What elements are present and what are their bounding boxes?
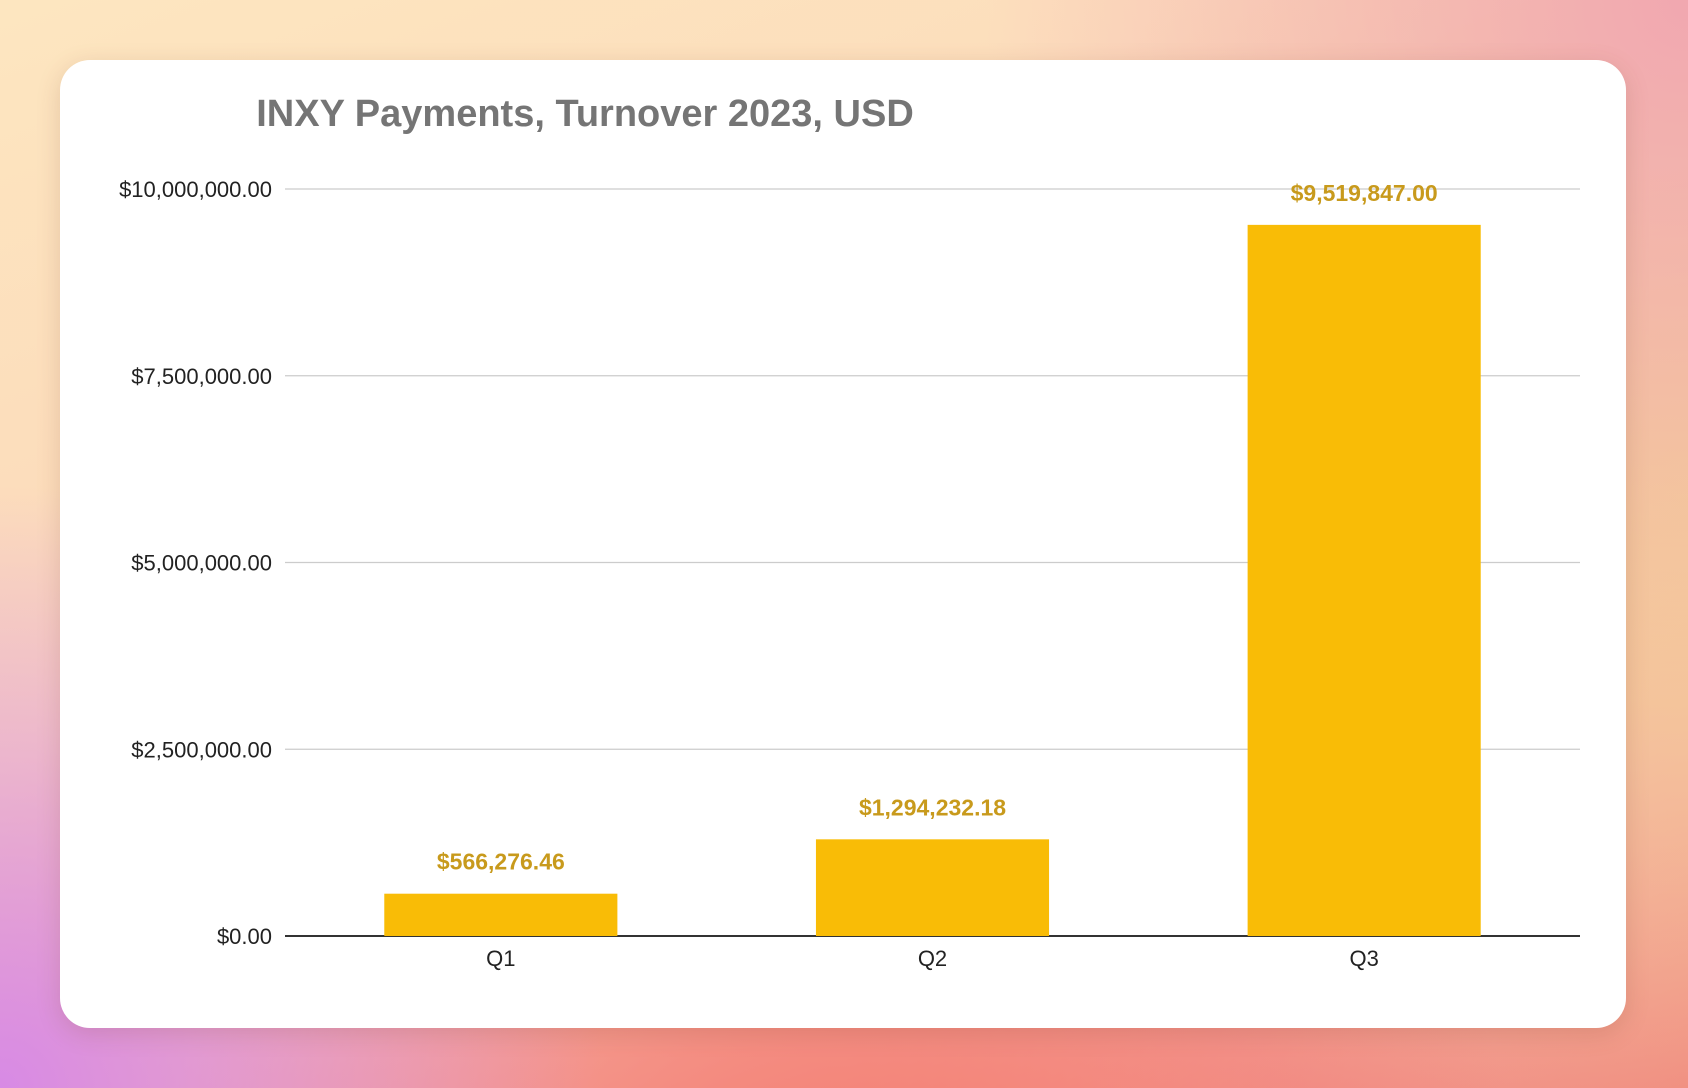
chart-title: INXY Payments, Turnover 2023, USD	[256, 93, 914, 135]
x-category-label: Q2	[918, 946, 947, 971]
x-axis-categories: Q1 Q2 Q3	[486, 946, 1379, 971]
bar-chart: INXY Payments, Turnover 2023, USD $0.00$…	[119, 93, 1580, 971]
x-category-label: Q3	[1349, 946, 1378, 971]
y-tick-label: $5,000,000.00	[131, 551, 272, 576]
data-label-q2: $1,294,232.18	[859, 794, 1006, 820]
y-axis-ticks: $0.00 $2,500,000.00 $5,000,000.00 $7,500,00…	[119, 177, 272, 949]
y-tick-label: $0.00	[217, 924, 272, 949]
chart-card: INXY Payments, Turnover 2023, USD $0.00 $…	[60, 60, 1626, 1028]
bar-q1	[384, 893, 618, 936]
y-tick-label: $10,000,000.00	[119, 177, 272, 202]
data-label-q3: $9,519,847.00	[1291, 180, 1438, 206]
y-tick-label: $2,500,000.00	[131, 737, 272, 762]
x-category-label: Q1	[486, 946, 515, 971]
y-tick-label: $7,500,000.00	[131, 364, 272, 389]
bars	[384, 224, 1481, 936]
data-label-q1: $566,276.46	[437, 849, 565, 875]
bar-q2	[815, 839, 1050, 936]
bar-q3	[1247, 224, 1481, 936]
